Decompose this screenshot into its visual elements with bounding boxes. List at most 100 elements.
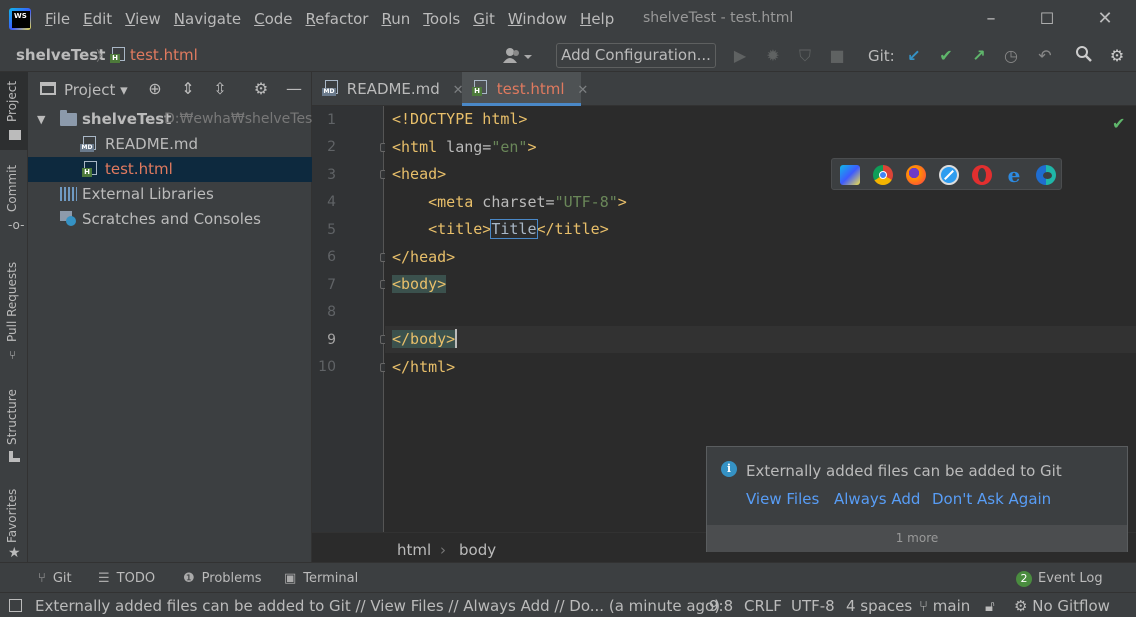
- project-view-selector[interactable]: Project ▾: [64, 81, 128, 99]
- lock-icon[interactable]: 🔓︎: [985, 597, 995, 615]
- collapse-all-icon[interactable]: ⇳: [210, 79, 230, 99]
- star-icon: ★: [8, 545, 21, 561]
- project-root-path: D:₩ewha₩shelveTest: [164, 111, 318, 127]
- chevron-down-icon: ▼: [37, 113, 46, 126]
- editor-gutter[interactable]: 1 2 3 4 5 6 7 8 9 10: [312, 106, 388, 532]
- tab-readme[interactable]: README.md ✕: [312, 72, 474, 106]
- panel-settings-gear-icon[interactable]: ⚙: [251, 79, 271, 99]
- bottom-tool-bar: ⑂ Git ☰ TODO ❶ Problems ▣ Terminal 2 Event Lo…: [0, 562, 1136, 592]
- title-bar: File Edit View Navigate Code Refactor Ru…: [0, 0, 1136, 38]
- run-icon[interactable]: ▶: [729, 45, 751, 67]
- menu-help[interactable]: Help: [580, 10, 614, 28]
- debug-icon[interactable]: ✹: [762, 45, 784, 67]
- code-token: <title>: [392, 220, 492, 238]
- code-token: </title>: [536, 220, 609, 238]
- git-commit-icon[interactable]: ✔: [935, 45, 957, 67]
- strip-tab-pull-requests[interactable]: Pull Requests ⑂: [0, 252, 28, 362]
- strip-tab-favorites[interactable]: Favorites ★: [0, 477, 28, 562]
- always-add-link[interactable]: Always Add: [834, 490, 920, 508]
- strip-tab-project[interactable]: Project: [0, 72, 28, 150]
- internet-explorer-icon[interactable]: e: [1004, 165, 1024, 185]
- caret-position[interactable]: 9:8: [709, 597, 733, 615]
- hide-panel-icon[interactable]: —: [284, 79, 304, 99]
- tree-row-readme[interactable]: README.md: [28, 132, 312, 157]
- tool-problems[interactable]: ❶ Problems: [183, 571, 262, 586]
- view-files-link[interactable]: View Files: [746, 490, 819, 508]
- line-separator[interactable]: CRLF: [744, 597, 782, 615]
- safari-icon[interactable]: [939, 165, 959, 185]
- close-tab-icon[interactable]: ✕: [577, 83, 588, 98]
- gitflow-widget[interactable]: ⚙ No Gitflow: [1014, 597, 1110, 615]
- tab-test-html[interactable]: test.html ✕: [462, 72, 588, 106]
- menu-view[interactable]: View: [125, 10, 161, 28]
- expand-all-icon[interactable]: ⇕: [178, 79, 198, 99]
- firefox-icon[interactable]: [906, 165, 926, 185]
- tool-git-label: Git: [52, 571, 72, 586]
- chrome-icon[interactable]: [873, 165, 893, 185]
- git-update-icon[interactable]: ↙: [903, 45, 925, 67]
- breadcrumb-html[interactable]: html: [397, 541, 431, 559]
- tree-row-scratches[interactable]: Scratches and Consoles: [28, 207, 312, 232]
- line-number: 6: [327, 249, 336, 265]
- project-view-label: Project: [64, 81, 116, 99]
- git-push-icon[interactable]: ↗: [968, 45, 990, 67]
- menu-tools[interactable]: Tools: [423, 10, 460, 28]
- strip-label-commit: Commit: [5, 164, 19, 212]
- maximize-button[interactable]: ☐: [1034, 6, 1060, 32]
- menu-edit[interactable]: Edit: [83, 10, 112, 28]
- tree-row-project-root[interactable]: ▼ shelveTest D:₩ewha₩shelveTest: [28, 107, 318, 132]
- menu-refactor[interactable]: Refactor: [306, 10, 369, 28]
- menu-window[interactable]: Window: [508, 10, 567, 28]
- strip-tab-commit[interactable]: Commit -o-: [0, 162, 28, 232]
- no-problems-check-icon[interactable]: ✔: [1112, 114, 1125, 133]
- settings-gear-icon[interactable]: ⚙: [1106, 45, 1128, 67]
- locate-file-icon[interactable]: ⊕: [145, 79, 165, 99]
- more-notifications-button[interactable]: 1 more: [707, 525, 1127, 552]
- search-icon[interactable]: [1073, 45, 1095, 67]
- edge-icon[interactable]: [1036, 165, 1056, 185]
- coverage-icon[interactable]: ⛉: [794, 45, 816, 67]
- toggle-tool-windows-icon[interactable]: [9, 599, 22, 612]
- menu-navigate[interactable]: Navigate: [174, 10, 241, 28]
- code-line-10: </html>: [385, 354, 1136, 381]
- tree-row-external-libraries[interactable]: External Libraries: [28, 182, 312, 207]
- breadcrumb-body[interactable]: body: [459, 541, 496, 559]
- add-configuration-button[interactable]: Add Configuration...: [556, 43, 716, 68]
- folder-icon: [60, 110, 77, 126]
- code-line-6: </head>: [385, 244, 1136, 271]
- minimize-button[interactable]: –: [978, 6, 1004, 32]
- tool-event-log[interactable]: 2 Event Log: [1016, 571, 1103, 587]
- opera-icon[interactable]: [972, 165, 992, 185]
- tool-git[interactable]: ⑂ Git: [38, 571, 72, 586]
- file-encoding[interactable]: UTF-8: [791, 597, 835, 615]
- breadcrumb-project[interactable]: shelveTest: [16, 46, 105, 64]
- menu-git[interactable]: Git: [473, 10, 495, 28]
- breadcrumb-file[interactable]: test.html: [130, 46, 198, 64]
- gitflow-label: No Gitflow: [1032, 597, 1110, 615]
- git-branch-widget[interactable]: ⑂ main: [919, 597, 970, 615]
- status-message[interactable]: Externally added files can be added to G…: [35, 597, 720, 615]
- menu-code[interactable]: Code: [254, 10, 292, 28]
- menu-run[interactable]: Run: [381, 10, 410, 28]
- close-button[interactable]: ✕: [1092, 6, 1118, 32]
- git-label: Git:: [868, 47, 895, 65]
- tool-terminal[interactable]: ▣ Terminal: [284, 571, 358, 586]
- code-line-2: <html lang="en">: [385, 134, 1136, 161]
- line-number: 2: [327, 139, 336, 155]
- dont-ask-again-link[interactable]: Don't Ask Again: [932, 490, 1051, 508]
- git-history-icon[interactable]: ◷: [1000, 45, 1022, 67]
- webstorm-browser-icon[interactable]: [840, 165, 860, 185]
- terminal-icon: ▣: [284, 571, 297, 586]
- tool-todo[interactable]: ☰ TODO: [98, 571, 155, 586]
- git-rollback-icon[interactable]: ↶: [1034, 45, 1056, 67]
- tree-row-test-html[interactable]: test.html: [28, 157, 312, 182]
- strip-label-structure: Structure: [5, 389, 19, 445]
- indent-setting[interactable]: 4 spaces: [846, 597, 912, 615]
- user-dropdown-icon[interactable]: [500, 45, 534, 67]
- git-branch-icon: ⑂: [38, 571, 46, 586]
- stop-icon[interactable]: ■: [826, 45, 848, 67]
- tool-terminal-label: Terminal: [303, 571, 359, 586]
- menu-file[interactable]: File: [45, 10, 70, 28]
- strip-tab-structure[interactable]: Structure: [0, 377, 28, 467]
